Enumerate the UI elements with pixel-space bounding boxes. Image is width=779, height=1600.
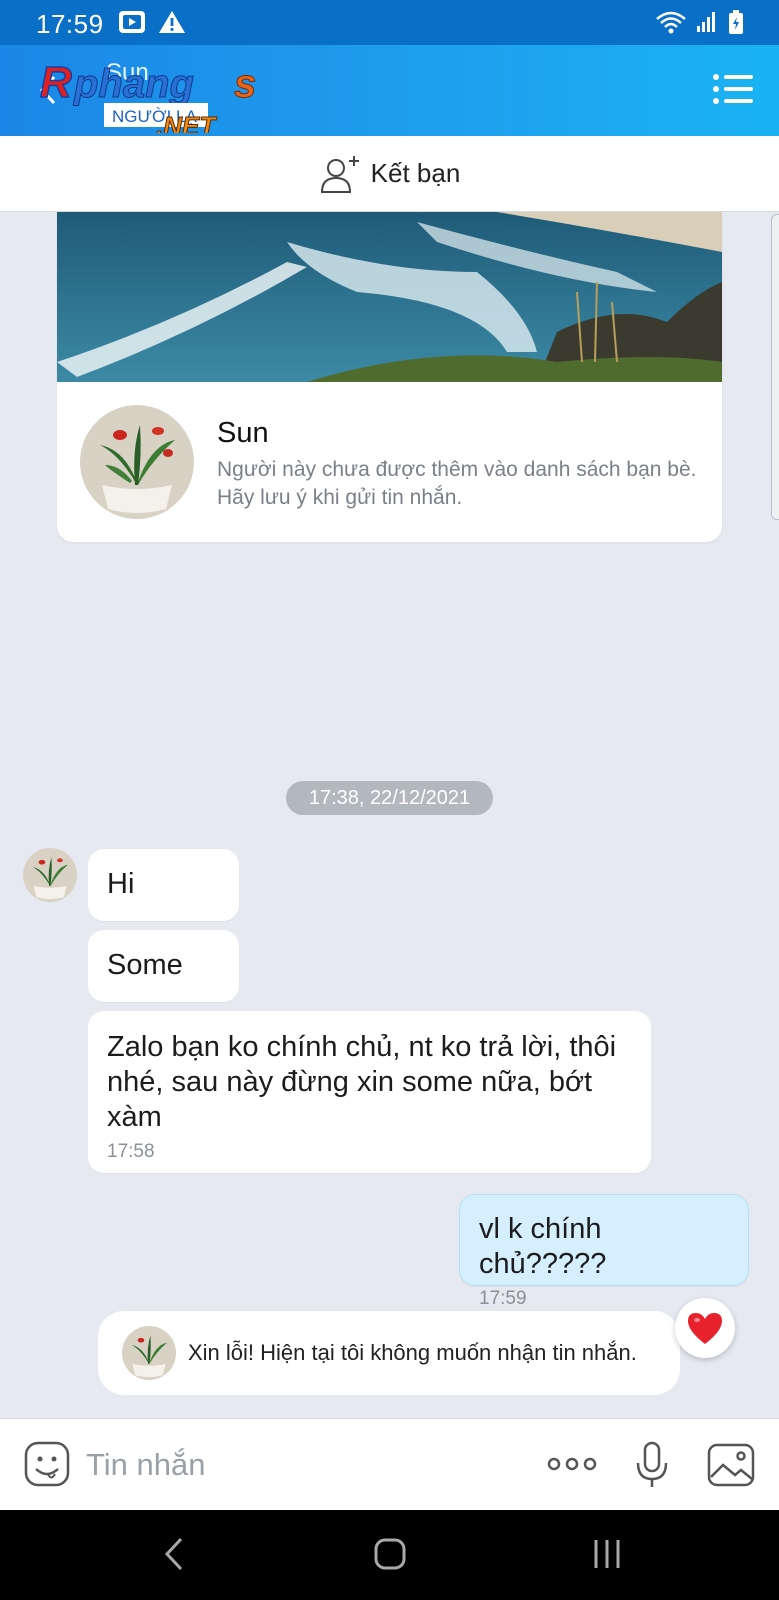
battery-icon — [729, 10, 743, 34]
emoji-icon[interactable] — [24, 1441, 70, 1487]
svg-text:s: s — [234, 62, 256, 106]
message-bubble-incoming[interactable]: Hi — [88, 849, 239, 921]
add-person-icon — [320, 155, 359, 193]
auto-reply-notice: Xin lỗi! Hiện tại tôi không muốn nhận ti… — [98, 1311, 680, 1395]
message-text: vl k chính chủ????? — [479, 1213, 607, 1280]
stranger-warning-text: Người này chưa được thêm vào danh sách b… — [217, 458, 697, 509]
heart-icon — [688, 1313, 722, 1344]
contact-avatar-large[interactable] — [80, 405, 194, 519]
auto-reply-text: Xin lỗi! Hiện tại tôi không muốn nhận ti… — [188, 1340, 637, 1365]
message-bubble-incoming[interactable]: Zalo bạn ko chính chủ, nt ko trả lời, th… — [88, 1011, 651, 1173]
image-icon[interactable] — [707, 1443, 755, 1487]
watermark-logo: R phang s NGƯỜI LẠ .NET — [39, 57, 257, 133]
message-text: Hi — [107, 868, 135, 900]
message-text: Some — [107, 949, 183, 981]
signal-icon — [697, 12, 715, 32]
warning-icon — [159, 11, 185, 33]
svg-text:.NET: .NET — [156, 111, 217, 133]
menu-list-icon[interactable] — [711, 69, 755, 109]
svg-text:R: R — [40, 58, 72, 107]
message-bubble-incoming[interactable]: Some — [88, 930, 239, 1002]
youtube-notification-icon — [119, 11, 145, 33]
plant-avatar-image — [23, 848, 77, 902]
message-text: Zalo bạn ko chính chủ, nt ko trả lời, th… — [107, 1031, 617, 1133]
add-friend-button[interactable]: Kết bạn — [0, 136, 779, 212]
system-nav-bar — [0, 1510, 779, 1600]
nav-recent-apps-icon[interactable] — [592, 1538, 622, 1570]
status-bar: 17:59 — [0, 0, 779, 45]
profile-card: Sun Người này chưa được thêm vào danh sá… — [57, 212, 722, 542]
date-divider: 17:38, 22/12/2021 — [286, 781, 493, 815]
contact-avatar-notice — [122, 1326, 176, 1380]
nav-back-icon[interactable] — [163, 1536, 185, 1572]
cover-photo — [57, 212, 722, 382]
add-friend-label: Kết bạn — [370, 158, 461, 188]
plant-avatar-image — [122, 1326, 176, 1380]
plant-avatar-image — [80, 405, 194, 519]
message-time: 17:58 — [107, 1141, 155, 1162]
message-composer — [0, 1418, 779, 1510]
more-options-icon[interactable] — [546, 1449, 598, 1479]
profile-name: Sun — [217, 417, 269, 449]
message-bubble-outgoing[interactable]: vl k chính chủ????? 17:59 — [459, 1194, 749, 1309]
message-input[interactable] — [86, 1441, 506, 1489]
wifi-icon — [656, 11, 686, 34]
scrollbar[interactable] — [771, 214, 779, 520]
status-notification-icons — [118, 9, 186, 35]
chat-header: Sun R phang s NGƯỜI LẠ .NET — [0, 45, 779, 136]
status-system-icons — [655, 9, 745, 35]
svg-text:phang: phang — [73, 62, 194, 106]
nav-home-icon[interactable] — [373, 1536, 407, 1572]
microphone-icon[interactable] — [634, 1441, 670, 1489]
contact-avatar-small[interactable] — [23, 848, 77, 902]
react-heart-button[interactable] — [675, 1298, 735, 1358]
status-time: 17:59 — [36, 9, 104, 39]
